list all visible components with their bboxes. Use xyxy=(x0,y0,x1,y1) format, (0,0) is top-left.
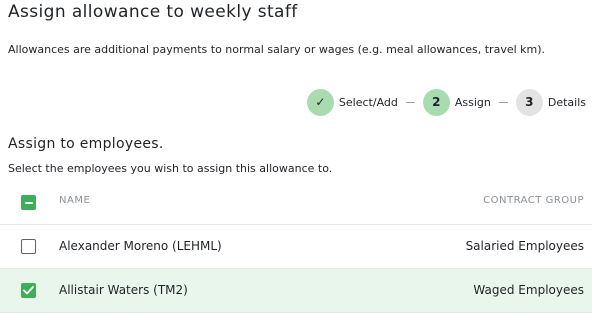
employees-table: NAME CONTRACT GROUP Alexander Moreno (LE… xyxy=(0,182,592,313)
step-select-add[interactable]: ✓ Select/Add xyxy=(306,88,398,116)
step-1-check-icon: ✓ xyxy=(306,88,334,116)
table-row[interactable]: Allistair Waters (TM2) Waged Employees xyxy=(0,269,592,313)
step-separator xyxy=(498,101,508,103)
page-title: Assign allowance to weekly staff xyxy=(8,2,298,22)
table-header: NAME CONTRACT GROUP xyxy=(0,182,592,225)
section-subtitle: Select the employees you wish to assign … xyxy=(8,162,333,175)
step-assign[interactable]: 2 Assign xyxy=(422,88,491,116)
step-3-number: 3 xyxy=(515,88,543,116)
checkmark-icon xyxy=(23,286,34,295)
table-row[interactable]: Alexander Moreno (LEHML) Salaried Employ… xyxy=(0,225,592,269)
step-2-label: Assign xyxy=(454,95,491,109)
step-3-label: Details xyxy=(547,95,586,109)
row-checkbox[interactable] xyxy=(21,283,36,298)
step-1-label: Select/Add xyxy=(338,95,398,109)
section-title: Assign to employees. xyxy=(8,136,164,152)
select-all-checkbox[interactable] xyxy=(21,195,36,210)
step-separator xyxy=(405,101,415,103)
employee-name: Alexander Moreno (LEHML) xyxy=(59,239,222,253)
contract-group: Waged Employees xyxy=(473,283,584,297)
contract-group: Salaried Employees xyxy=(465,239,584,253)
step-2-number: 2 xyxy=(422,88,450,116)
page-description: Allowances are additional payments to no… xyxy=(8,43,546,56)
column-header-name[interactable]: NAME xyxy=(59,195,90,206)
progress-stepper: ✓ Select/Add 2 Assign 3 Details xyxy=(306,88,586,116)
employee-name: Allistair Waters (TM2) xyxy=(59,283,188,297)
row-checkbox[interactable] xyxy=(21,239,36,254)
step-details[interactable]: 3 Details xyxy=(515,88,586,116)
column-header-contract-group[interactable]: CONTRACT GROUP xyxy=(483,195,584,206)
minus-icon xyxy=(24,201,33,204)
